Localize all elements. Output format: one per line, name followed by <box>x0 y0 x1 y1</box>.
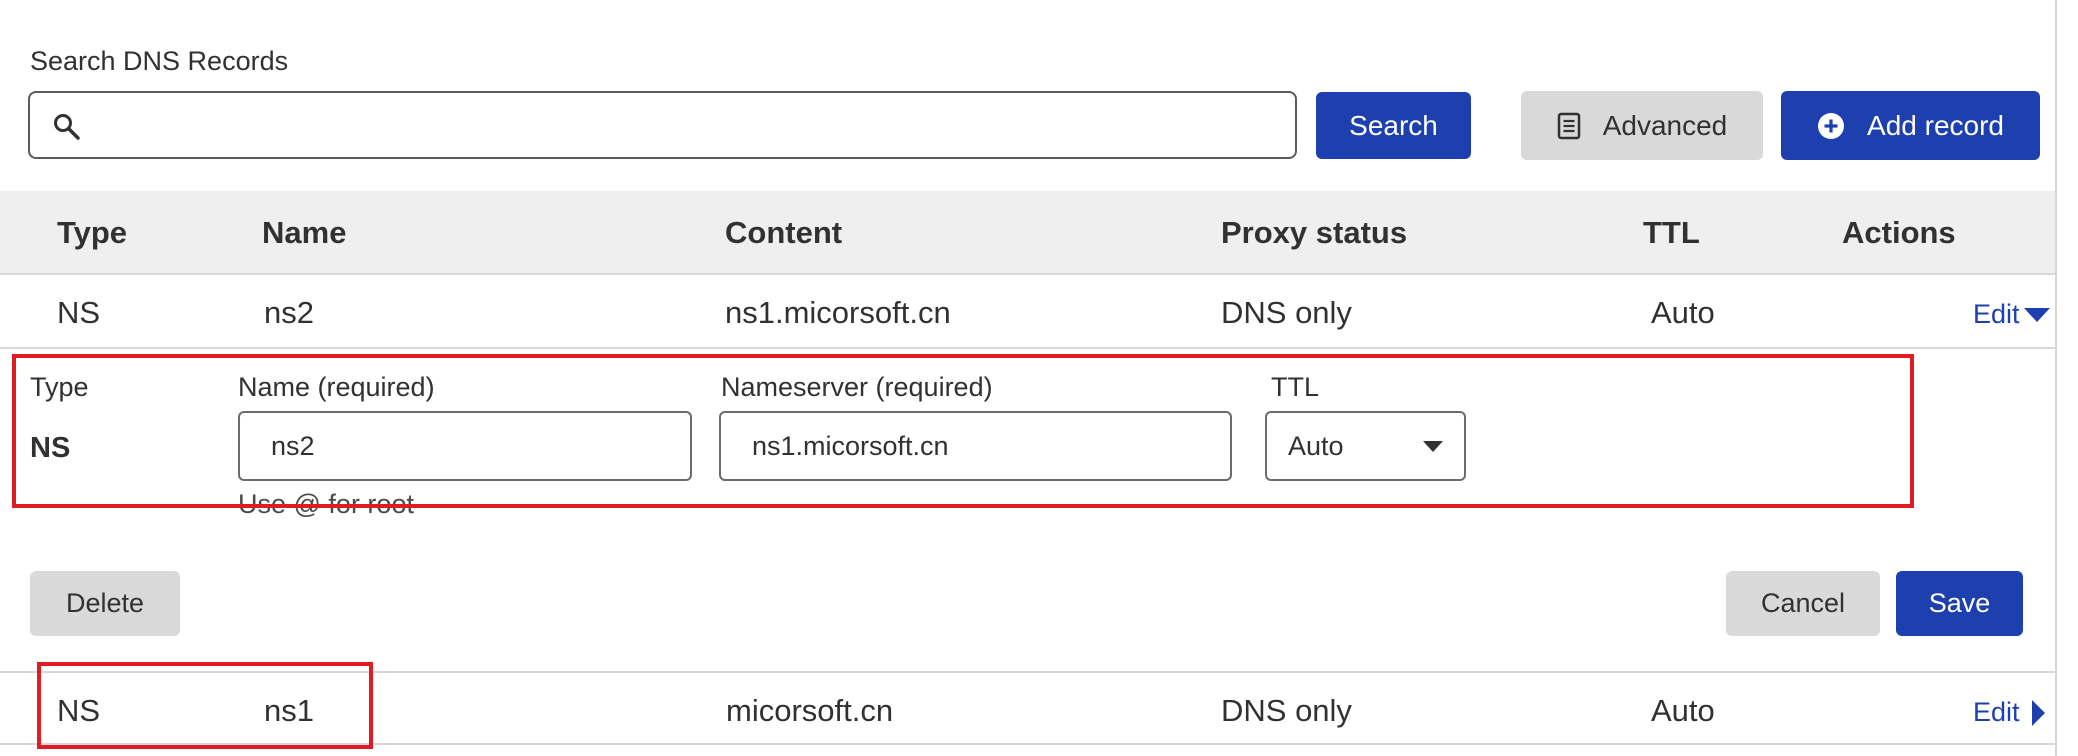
name-field[interactable] <box>238 411 692 481</box>
row-type: NS <box>57 295 101 330</box>
row-proxy-status: DNS only <box>1221 693 1352 728</box>
nameserver-field[interactable] <box>719 411 1232 481</box>
search-button[interactable]: Search <box>1316 92 1471 159</box>
ttl-field-label: TTL <box>1271 372 1320 402</box>
cancel-button[interactable]: Cancel <box>1726 571 1880 636</box>
caret-down-icon <box>2023 307 2050 322</box>
delete-button[interactable]: Delete <box>30 571 180 636</box>
name-field-label: Name (required) <box>238 372 435 402</box>
nameserver-field-label: Nameserver (required) <box>721 372 993 402</box>
cancel-button-label: Cancel <box>1760 588 1846 618</box>
column-header-ttl: TTL <box>1643 215 1700 250</box>
table-row: NS ns1 micorsoft.cn DNS only Auto Edit <box>0 671 2055 745</box>
column-header-proxy-status: Proxy status <box>1221 215 1408 250</box>
add-record-button[interactable]: Add record <box>1781 91 2040 160</box>
row-name: ns1 <box>264 693 314 728</box>
ttl-select-value: Auto <box>1288 430 1344 461</box>
type-field-label: Type <box>30 372 89 402</box>
row-ttl: Auto <box>1651 295 1715 330</box>
save-button[interactable]: Save <box>1896 571 2023 636</box>
row-type: NS <box>57 693 101 728</box>
row-ttl: Auto <box>1651 693 1715 728</box>
row-content: micorsoft.cn <box>726 693 894 728</box>
table-row: NS ns2 ns1.micorsoft.cn DNS only Auto Ed… <box>0 275 2055 349</box>
column-header-name: Name <box>262 215 347 250</box>
search-input[interactable] <box>28 91 1297 159</box>
edit-link-label: Edit <box>1973 299 2020 329</box>
column-header-type: Type <box>57 215 128 250</box>
column-header-content: Content <box>725 215 843 250</box>
save-button-label: Save <box>1928 588 1991 618</box>
advanced-button[interactable]: Advanced <box>1521 91 1763 160</box>
document-icon <box>1557 112 1581 140</box>
add-record-button-label: Add record <box>1867 109 2004 141</box>
dropdown-arrow-icon <box>1423 440 1443 452</box>
edit-link-label: Edit <box>1973 697 2020 727</box>
edit-link[interactable]: Edit <box>1973 697 2045 728</box>
advanced-button-label: Advanced <box>1602 109 1728 141</box>
name-field-hint: Use @ for root <box>238 489 414 519</box>
row-content: ns1.micorsoft.cn <box>725 295 951 330</box>
search-button-label: Search <box>1349 109 1438 141</box>
type-value: NS <box>30 432 71 464</box>
search-icon <box>52 112 82 142</box>
delete-button-label: Delete <box>65 588 145 618</box>
edit-link[interactable]: Edit <box>1973 299 2050 330</box>
caret-right-icon <box>2031 699 2045 726</box>
row-name: ns2 <box>264 295 314 330</box>
table-header: Type Name Content Proxy status TTL Actio… <box>0 191 2055 275</box>
row-proxy-status: DNS only <box>1221 295 1352 330</box>
page-right-border <box>2055 0 2057 756</box>
plus-circle-icon <box>1817 112 1845 140</box>
ttl-select[interactable]: Auto <box>1265 411 1466 481</box>
column-header-actions: Actions <box>1842 215 1956 250</box>
search-label: Search DNS Records <box>30 46 289 76</box>
